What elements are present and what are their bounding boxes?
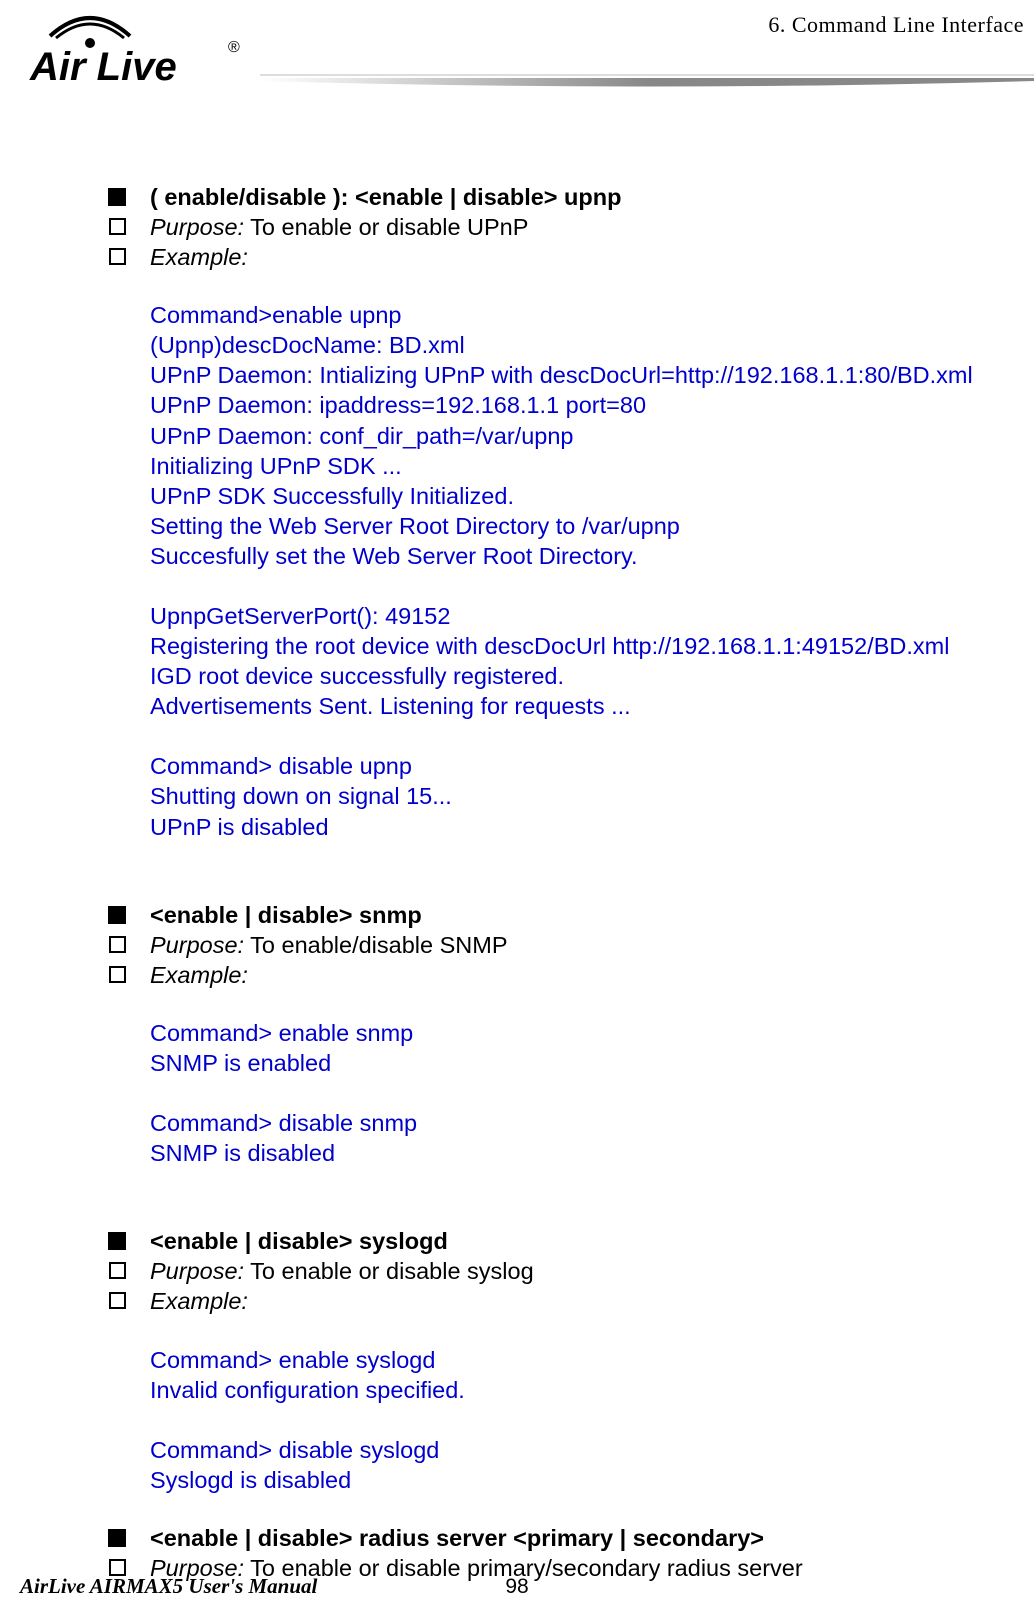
command-title: <enable | disable> radius server <primar…: [150, 1523, 1004, 1553]
command-title: <enable | disable> snmp: [150, 900, 1004, 930]
hollow-square-bullet-icon: [109, 218, 126, 235]
solid-square-bullet-icon: [108, 1529, 126, 1547]
purpose-text: To enable or disable syslog: [244, 1258, 534, 1284]
brand-logo: Air Live ®: [20, 8, 260, 98]
hollow-square-bullet-icon: [109, 1292, 126, 1309]
hollow-square-bullet-icon: [109, 1262, 126, 1279]
solid-square-bullet-icon: [108, 906, 126, 924]
command-title-row: ( enable/disable ): <enable | disable> u…: [108, 182, 1004, 212]
example-row: Example:: [108, 960, 1004, 990]
example-row: Example:: [108, 1286, 1004, 1316]
hollow-square-bullet-icon: [109, 936, 126, 953]
registered-mark: ®: [228, 39, 240, 56]
example-label: Example:: [150, 242, 1004, 272]
header-divider: [260, 70, 1034, 100]
hollow-square-bullet-icon: [109, 248, 126, 265]
example-label: Example:: [150, 1286, 1004, 1316]
footer-manual-title: AirLive AIRMAX5 User's Manual: [20, 1574, 317, 1598]
example-output: Command> enable syslogd Invalid configur…: [150, 1345, 1004, 1495]
purpose-row: Purpose: To enable or disable UPnP: [108, 212, 1004, 242]
footer-page-number: 98: [505, 1575, 528, 1599]
purpose-row: Purpose: To enable or disable syslog: [108, 1256, 1004, 1286]
command-title-row: <enable | disable> radius server <primar…: [108, 1523, 1004, 1553]
command-title-row: <enable | disable> syslogd: [108, 1226, 1004, 1256]
purpose-label: Purpose:: [150, 1258, 244, 1284]
example-output: Command> enable snmp SNMP is enabled Com…: [150, 1018, 1004, 1168]
solid-square-bullet-icon: [108, 188, 126, 206]
purpose-label: Purpose:: [150, 214, 244, 240]
command-title: ( enable/disable ): <enable | disable> u…: [150, 182, 1004, 212]
example-output: Command>enable upnp (Upnp)descDocName: B…: [150, 300, 1004, 841]
svg-text:Air Live: Air Live: [29, 45, 177, 89]
hollow-square-bullet-icon: [109, 966, 126, 983]
example-label: Example:: [150, 960, 1004, 990]
solid-square-bullet-icon: [108, 1232, 126, 1250]
chapter-label: 6. Command Line Interface: [768, 12, 1024, 38]
command-title-row: <enable | disable> snmp: [108, 900, 1004, 930]
purpose-label: Purpose:: [150, 932, 244, 958]
purpose-text: To enable/disable SNMP: [244, 932, 507, 958]
page-content: ( enable/disable ): <enable | disable> u…: [108, 182, 1004, 1583]
page-footer: AirLive AIRMAX5 User's Manual 98: [20, 1574, 1014, 1599]
logo-text: Air Live: [29, 45, 177, 89]
purpose-text: To enable or disable UPnP: [244, 214, 528, 240]
example-row: Example:: [108, 242, 1004, 272]
page-header: Air Live ® 6. Command Line Interface: [0, 0, 1034, 110]
command-title: <enable | disable> syslogd: [150, 1226, 1004, 1256]
purpose-row: Purpose: To enable/disable SNMP: [108, 930, 1004, 960]
